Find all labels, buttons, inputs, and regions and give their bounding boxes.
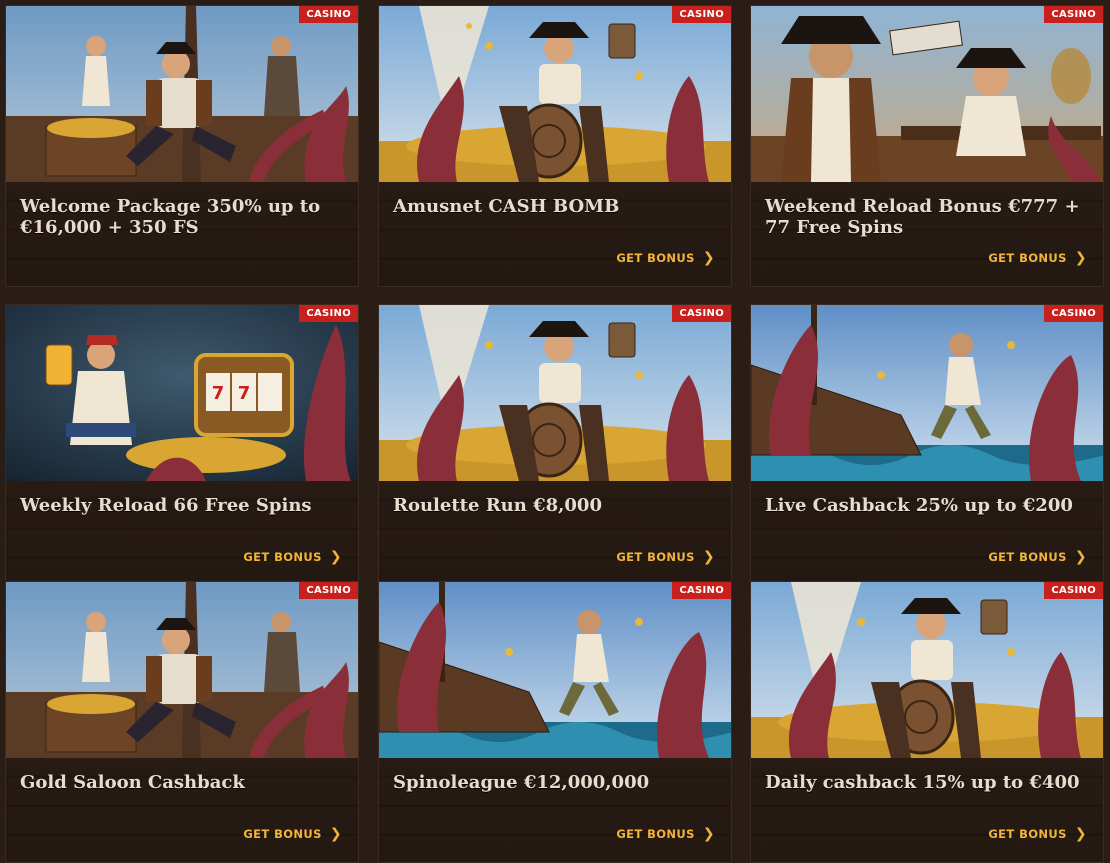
promo-title: Amusnet CASH BOMB [393, 196, 620, 217]
get-bonus-button[interactable]: GET BONUS ❯ [988, 827, 1087, 841]
promo-image[interactable] [379, 305, 731, 481]
casino-badge: CASINO [299, 305, 358, 322]
promo-image[interactable] [751, 582, 1103, 758]
barrel-pirate-illustration [379, 305, 731, 481]
casino-badge: CASINO [672, 582, 731, 599]
get-bonus-label: GET BONUS [616, 550, 695, 564]
promo-image[interactable] [379, 582, 731, 758]
promo-image[interactable] [6, 582, 358, 758]
casino-badge: CASINO [299, 582, 358, 599]
promo-card[interactable]: CASINO Spinoleague €12,000,000 GET BONUS… [378, 581, 732, 863]
barrel-pirate-illustration [379, 6, 731, 182]
svg-text:7: 7 [238, 383, 251, 404]
get-bonus-label: GET BONUS [243, 550, 322, 564]
get-bonus-button[interactable]: GET BONUS ❯ [243, 827, 342, 841]
slot-pirate-illustration: 7 7 [6, 305, 358, 481]
get-bonus-label: GET BONUS [616, 827, 695, 841]
promo-image[interactable]: 7 7 [6, 305, 358, 481]
get-bonus-label: GET BONUS [988, 550, 1067, 564]
promo-title: Spinoleague €12,000,000 [393, 772, 650, 793]
promo-card[interactable]: CASINO Gold Saloon Cashback GET BONUS ❯ [5, 581, 359, 863]
casino-badge: CASINO [1044, 6, 1103, 23]
promo-image[interactable] [379, 6, 731, 182]
promo-image[interactable] [751, 305, 1103, 481]
chevron-right-icon: ❯ [1074, 549, 1087, 565]
promo-title: Gold Saloon Cashback [20, 772, 245, 793]
casino-badge: CASINO [299, 6, 358, 23]
chevron-right-icon: ❯ [329, 826, 342, 842]
get-bonus-label: GET BONUS [243, 827, 322, 841]
promo-card[interactable]: CASINO Amusnet CASH BOMB GET BONUS ❯ [378, 5, 732, 287]
promo-card[interactable]: CASINO Daily cashback 15% up to €400 GET… [750, 581, 1104, 863]
chevron-right-icon: ❯ [329, 549, 342, 565]
promo-title: Weekly Reload 66 Free Spins [20, 495, 312, 516]
get-bonus-label: GET BONUS [988, 827, 1067, 841]
svg-text:7: 7 [212, 383, 225, 404]
get-bonus-button[interactable]: GET BONUS ❯ [988, 550, 1087, 564]
kraken-ship-illustration [379, 582, 731, 758]
promo-title: Live Cashback 25% up to €200 [765, 495, 1073, 516]
promo-card[interactable]: CASINO Weekend Reload Bonus €777 + 77 Fr… [750, 5, 1104, 287]
promo-title: Welcome Package 350% up to €16,000 + 350… [20, 196, 321, 238]
promo-card[interactable]: CASINO Welcome Package 350% up to €16,00… [5, 5, 359, 287]
get-bonus-button[interactable]: GET BONUS ❯ [616, 550, 715, 564]
casino-badge: CASINO [1044, 305, 1103, 322]
captain-throne-illustration [6, 582, 358, 758]
promo-card[interactable]: 7 7 CASINO Weekly Reload 66 Free Spins G… [5, 304, 359, 586]
casino-badge: CASINO [1044, 582, 1103, 599]
get-bonus-button[interactable]: GET BONUS ❯ [988, 251, 1087, 265]
barrel-pirate-illustration [751, 582, 1103, 758]
chevron-right-icon: ❯ [702, 250, 715, 266]
promo-title: Weekend Reload Bonus €777 + 77 Free Spin… [765, 196, 1080, 238]
promotions-grid: CASINO Welcome Package 350% up to €16,00… [0, 0, 1110, 863]
promo-card[interactable]: CASINO Roulette Run €8,000 GET BONUS ❯ [378, 304, 732, 586]
chevron-right-icon: ❯ [1074, 826, 1087, 842]
chevron-right-icon: ❯ [1074, 250, 1087, 266]
get-bonus-button[interactable]: GET BONUS ❯ [616, 827, 715, 841]
promo-image[interactable] [6, 6, 358, 182]
promo-card[interactable]: CASINO Live Cashback 25% up to €200 GET … [750, 304, 1104, 586]
chevron-right-icon: ❯ [702, 826, 715, 842]
get-bonus-label: GET BONUS [988, 251, 1067, 265]
casino-badge: CASINO [672, 6, 731, 23]
kraken-ship-illustration [751, 305, 1103, 481]
chevron-right-icon: ❯ [702, 549, 715, 565]
promo-title: Daily cashback 15% up to €400 [765, 772, 1080, 793]
get-bonus-button[interactable]: GET BONUS ❯ [243, 550, 342, 564]
get-bonus-button[interactable]: GET BONUS ❯ [616, 251, 715, 265]
get-bonus-label: GET BONUS [616, 251, 695, 265]
pirate-duo-illustration [751, 6, 1103, 182]
captain-throne-illustration [6, 6, 358, 182]
promo-title: Roulette Run €8,000 [393, 495, 602, 516]
promo-image[interactable] [751, 6, 1103, 182]
casino-badge: CASINO [672, 305, 731, 322]
